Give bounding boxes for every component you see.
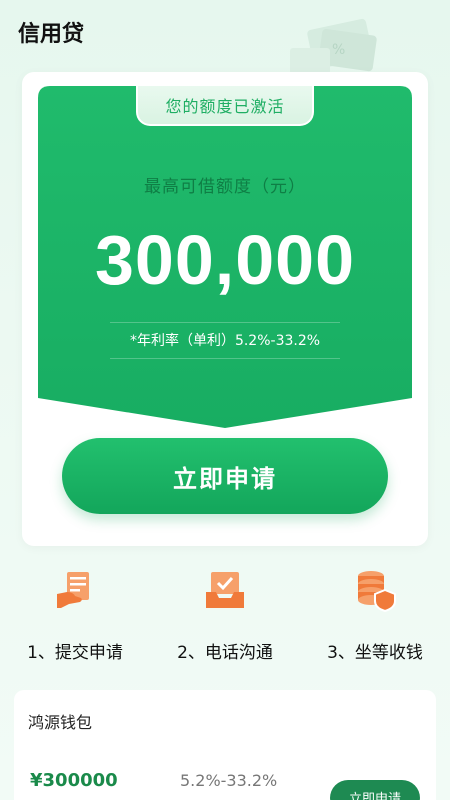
step-label: 3、坐等收钱: [327, 643, 423, 663]
document-hand-icon: [57, 572, 89, 608]
divider: [110, 322, 340, 323]
product-rate: 5.2%-33.2%: [180, 771, 278, 790]
product-amount: ¥300000: [30, 770, 118, 791]
step-label: 2、电话沟通: [177, 643, 273, 663]
limit-amount: 300,000: [94, 221, 356, 299]
step-submit-application: 1、提交申请: [0, 568, 150, 663]
product-apply-button[interactable]: 立即申请: [330, 780, 420, 800]
coins-shield-icon: [358, 571, 396, 612]
decorative-illustration-icon: %: [290, 18, 377, 74]
activated-status-tab: 您的额度已激活: [136, 86, 314, 126]
limit-label: 最高可借额度（元）: [144, 177, 306, 197]
product-name: 鸿源钱包: [28, 713, 93, 732]
step-phone-communication: 2、电话沟通: [150, 568, 300, 663]
svg-text:%: %: [332, 42, 345, 58]
inbox-check-icon: [206, 572, 244, 608]
annual-rate-text: *年利率（单利）5.2%-33.2%: [129, 333, 321, 349]
step-receive-money: 3、坐等收钱: [300, 568, 450, 663]
apply-now-button[interactable]: 立即申请: [62, 438, 388, 514]
page-title: 信用贷: [18, 22, 85, 47]
divider: [110, 358, 340, 359]
step-label: 1、提交申请: [27, 643, 123, 663]
process-steps: 1、提交申请 2、电话沟通 3、坐等收钱: [0, 568, 450, 668]
